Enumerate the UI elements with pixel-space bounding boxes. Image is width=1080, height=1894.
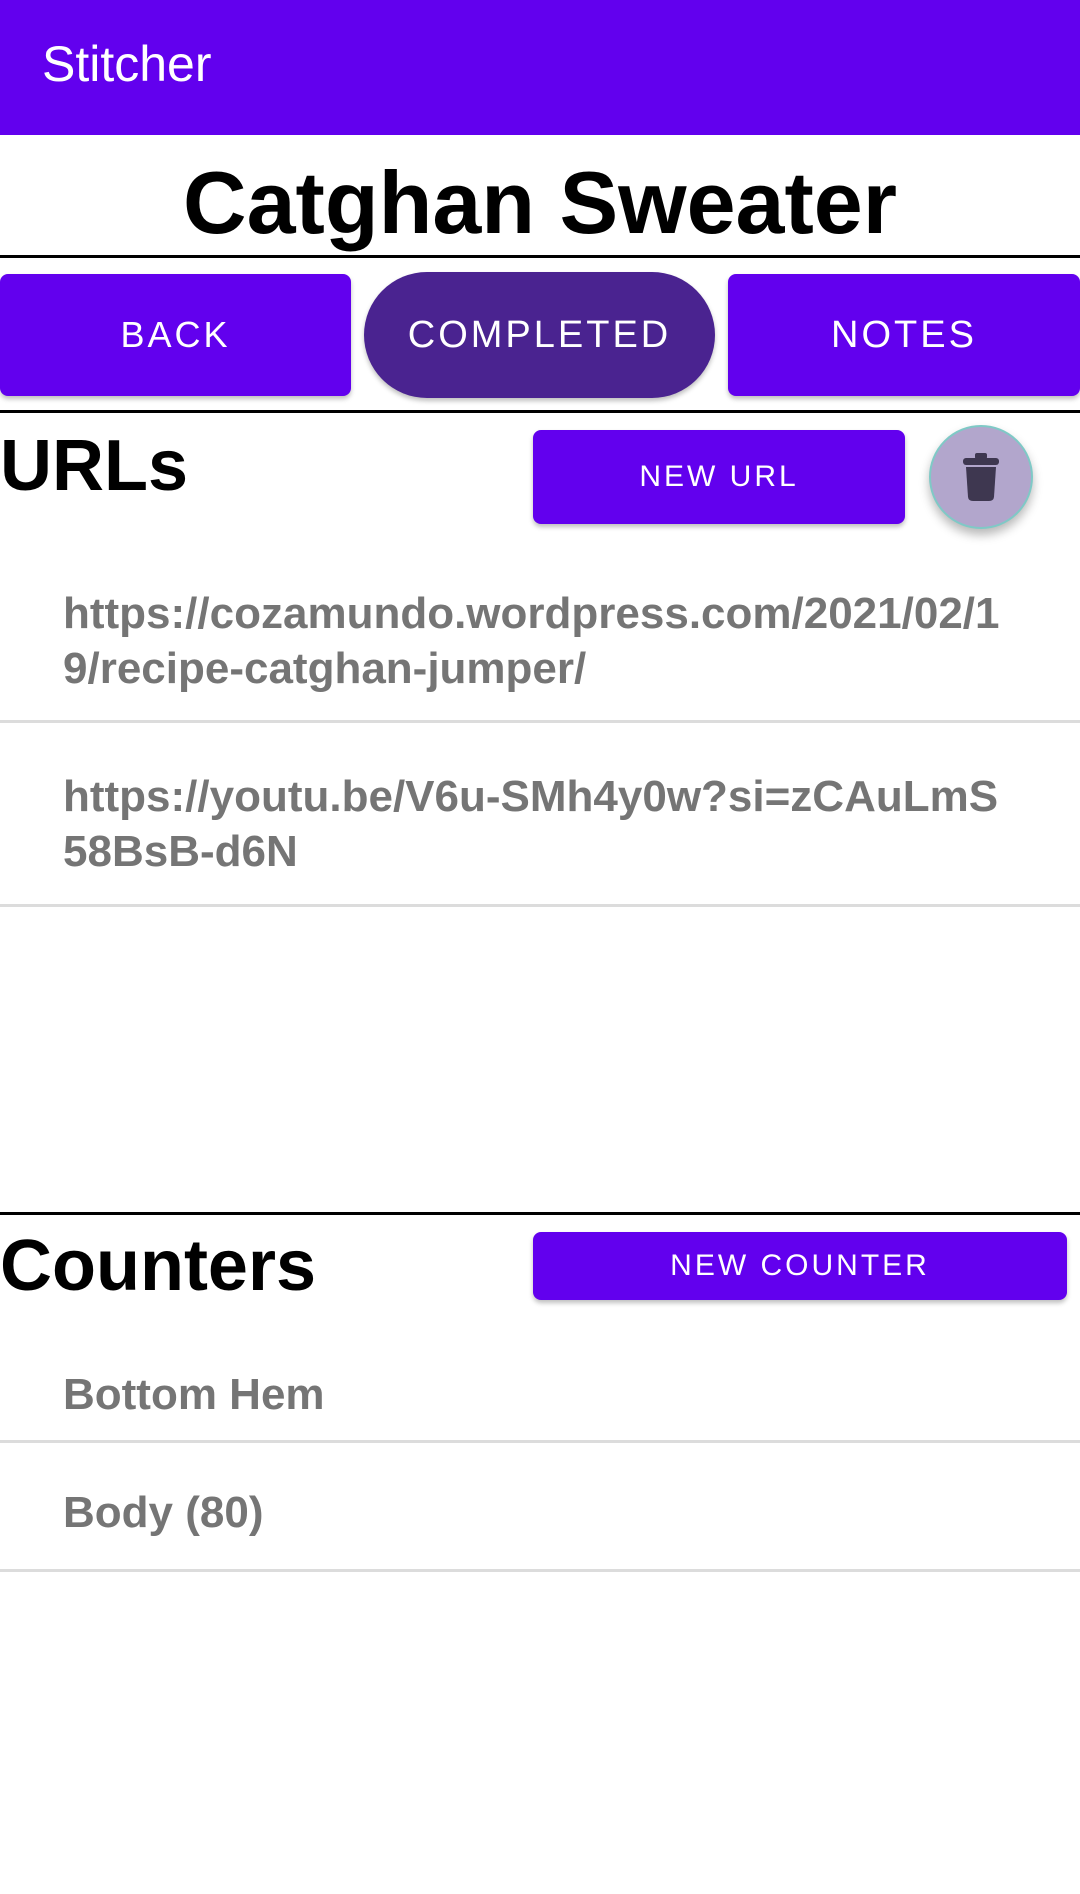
counter-list-item[interactable]: Bottom Hem xyxy=(0,1345,1080,1443)
divider xyxy=(0,1212,1080,1215)
back-button[interactable]: BACK xyxy=(0,274,351,396)
trash-icon xyxy=(963,453,999,501)
divider xyxy=(0,255,1080,258)
app-title: Stitcher xyxy=(42,36,212,92)
app-bar: Stitcher xyxy=(0,0,1080,135)
counters-heading: Counters xyxy=(0,1226,317,1306)
project-title: Catghan Sweater xyxy=(183,153,897,252)
counter-list-item[interactable]: Body (80) xyxy=(0,1443,1080,1572)
url-list-item[interactable]: https://youtu.be/V6u-SMh4y0w?si=zCAuLmS5… xyxy=(0,723,1080,907)
delete-button[interactable] xyxy=(929,425,1033,529)
new-counter-button[interactable]: NEW COUNTER xyxy=(533,1232,1067,1300)
url-list-item[interactable]: https://cozamundo.wordpress.com/2021/02/… xyxy=(0,580,1080,723)
notes-button[interactable]: NOTES xyxy=(728,274,1080,396)
new-url-button[interactable]: NEW URL xyxy=(533,430,905,524)
urls-heading: URLs xyxy=(0,426,189,506)
completed-button[interactable]: COMPLETED xyxy=(364,272,715,398)
divider xyxy=(0,410,1080,413)
